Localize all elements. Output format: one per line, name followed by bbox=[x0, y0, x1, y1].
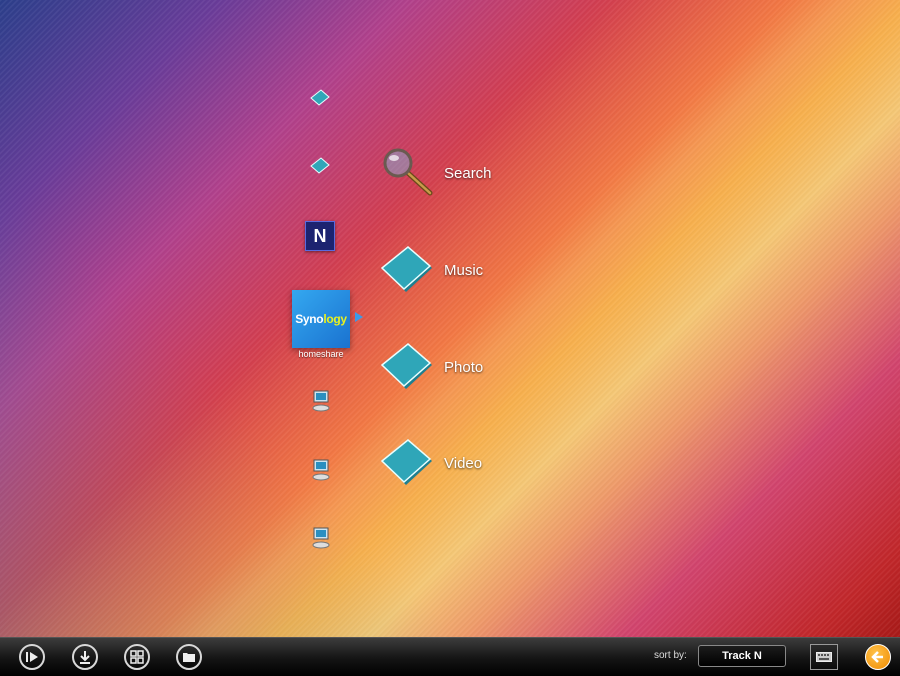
synology-logo-part-a: Syno bbox=[295, 312, 324, 326]
menu-item-label: Video bbox=[444, 454, 483, 472]
folder-icon bbox=[183, 653, 195, 662]
play-icon bbox=[26, 652, 38, 662]
menu-item-label: Music bbox=[444, 261, 484, 279]
play-button[interactable] bbox=[19, 644, 45, 670]
folder-icon bbox=[310, 157, 330, 174]
sort-label: sort by: bbox=[654, 650, 687, 661]
menu-item-photo[interactable]: Photo bbox=[380, 341, 483, 393]
browse-folder-button[interactable] bbox=[176, 644, 202, 670]
folder-icon bbox=[380, 343, 432, 389]
menu-item-video[interactable]: Video bbox=[380, 437, 482, 489]
source-item-folder-1[interactable] bbox=[305, 83, 335, 113]
synology-logo-part-b: logy bbox=[323, 312, 347, 326]
source-caption: homeshare bbox=[298, 349, 344, 359]
grid-icon bbox=[130, 650, 144, 664]
source-item-network[interactable]: N bbox=[305, 221, 335, 251]
computer-icon bbox=[312, 459, 330, 481]
keyboard-button[interactable] bbox=[810, 644, 838, 670]
keyboard-icon bbox=[816, 652, 832, 662]
menu-item-search[interactable]: Search bbox=[380, 147, 492, 199]
folder-icon bbox=[310, 89, 330, 106]
download-icon bbox=[80, 651, 90, 664]
selection-arrow-icon bbox=[355, 312, 363, 322]
magnifier-icon bbox=[383, 148, 433, 196]
source-item-folder-2[interactable] bbox=[305, 151, 335, 181]
grid-view-button[interactable] bbox=[124, 644, 150, 670]
source-item-computer-3[interactable] bbox=[306, 523, 336, 553]
back-arrow-icon bbox=[871, 651, 883, 663]
folder-icon bbox=[380, 439, 432, 485]
sort-select[interactable]: Track N bbox=[698, 645, 786, 667]
source-item-computer-1[interactable] bbox=[306, 386, 336, 416]
source-item-computer-2[interactable] bbox=[306, 455, 336, 485]
bottom-toolbar: sort by: Track N bbox=[0, 637, 900, 676]
menu-item-label: Search bbox=[444, 164, 492, 182]
source-item-synology-selected[interactable]: Synology bbox=[292, 290, 350, 348]
download-button[interactable] bbox=[72, 644, 98, 670]
computer-icon bbox=[312, 390, 330, 412]
menu-item-music[interactable]: Music bbox=[380, 244, 483, 296]
network-icon: N bbox=[305, 221, 335, 251]
folder-icon bbox=[380, 246, 432, 292]
back-button[interactable] bbox=[865, 644, 891, 670]
network-badge-text: N bbox=[313, 225, 327, 246]
synology-icon: Synology bbox=[295, 312, 347, 326]
menu-item-label: Photo bbox=[444, 358, 484, 376]
background-shine bbox=[0, 0, 900, 637]
computer-icon bbox=[312, 527, 330, 549]
